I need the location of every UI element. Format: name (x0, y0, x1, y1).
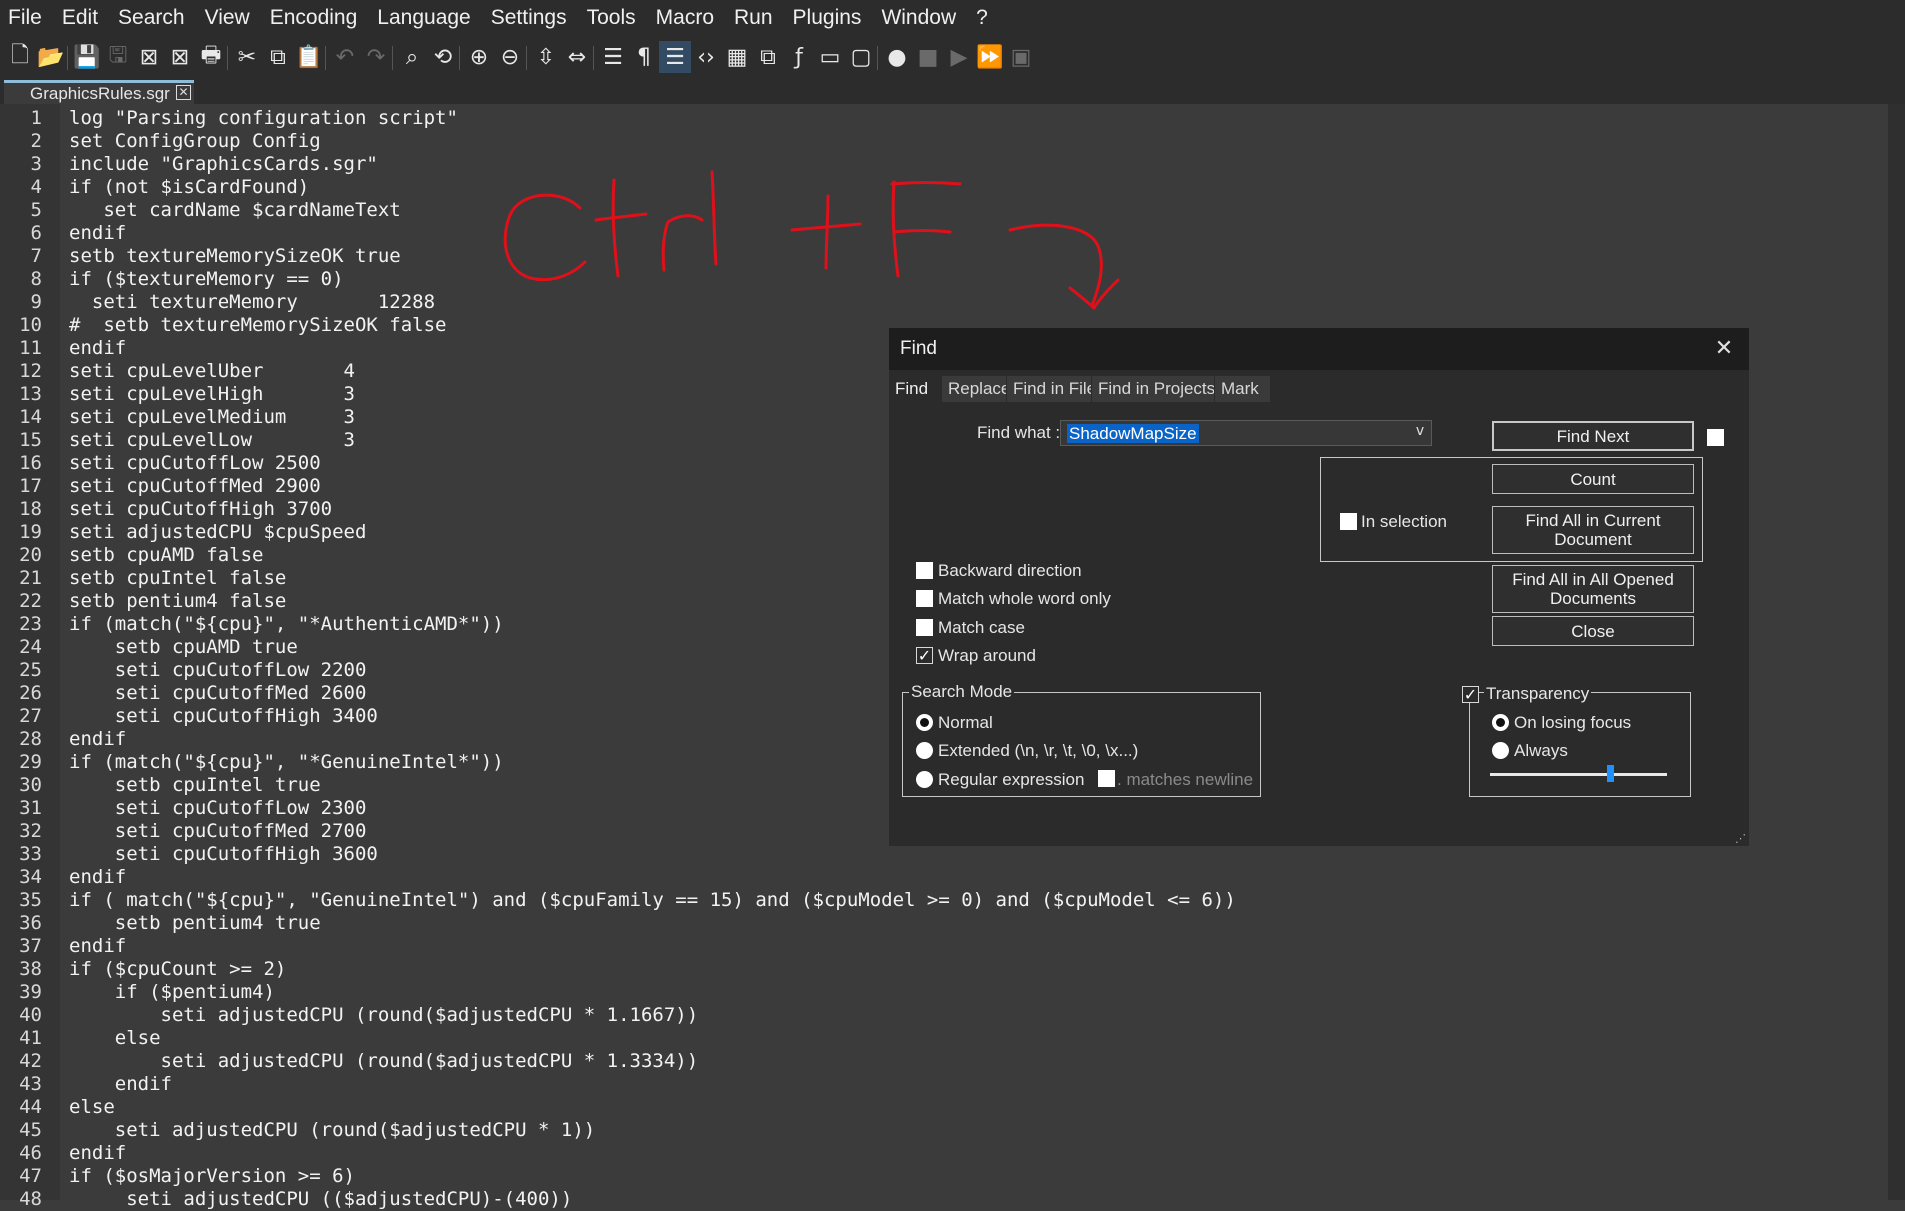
backward-direction-label: Backward direction (938, 561, 1082, 580)
dialog-title-bar: Find ✕ (889, 328, 1749, 370)
in-selection-label: In selection (1361, 512, 1447, 531)
extended-radio[interactable] (916, 742, 933, 759)
search-mode-title: Search Mode (909, 682, 1015, 702)
find-all-current-button[interactable]: Find All in Current Document (1492, 506, 1694, 554)
find-what-input[interactable]: ShadowMapSize v (1060, 420, 1432, 446)
annotation-letter-t2 (594, 212, 648, 222)
tab-find-in-projects[interactable]: Find in Projects (1092, 376, 1214, 402)
wrap-around-checkbox[interactable]: ✓ (916, 647, 933, 664)
regex-label: Regular expression (938, 770, 1085, 789)
find-next-extra-checkbox[interactable] (1707, 429, 1724, 446)
normal-label: Normal (938, 713, 993, 732)
tab-replace[interactable]: Replace (942, 376, 1006, 402)
chevron-down-icon[interactable]: v (1410, 423, 1430, 439)
in-selection-checkbox[interactable] (1340, 513, 1357, 530)
annotation-letter-l (710, 170, 718, 266)
close-button[interactable]: Close (1492, 616, 1694, 646)
on-losing-focus-radio[interactable] (1492, 714, 1509, 731)
wrap-around-label: Wrap around (938, 646, 1036, 665)
annotation-letter-f3 (892, 229, 952, 234)
on-losing-focus-label: On losing focus (1514, 713, 1632, 732)
find-next-button[interactable]: Find Next (1492, 421, 1694, 451)
annotation-letter-f1 (891, 180, 900, 278)
transparency-label: Transparency (1484, 684, 1592, 704)
annotation-letter-c (503, 193, 587, 281)
match-case-label: Match case (938, 618, 1025, 637)
find-what-label: Find what : (977, 423, 1061, 442)
annotation-letter-f2 (890, 181, 962, 186)
regex-radio[interactable] (916, 771, 933, 788)
match-whole-word-checkbox[interactable] (916, 590, 933, 607)
annotation-letter-r (661, 214, 704, 272)
annotation-plus-v (824, 194, 830, 270)
matches-newline-label: . matches newline (1117, 770, 1254, 789)
annotation-arrow (1008, 223, 1103, 308)
always-label: Always (1514, 741, 1568, 760)
match-whole-word-label: Match whole word only (938, 589, 1111, 608)
transparency-checkbox[interactable]: ✓ (1462, 686, 1479, 703)
transparency-slider-thumb[interactable] (1607, 765, 1614, 782)
dialog-title: Find (900, 338, 937, 359)
resize-grip-icon[interactable]: ⋰ (1735, 832, 1746, 845)
normal-radio[interactable] (916, 714, 933, 731)
always-radio[interactable] (1492, 742, 1509, 759)
tab-find-in-files[interactable]: Find in Files (1007, 376, 1091, 402)
dialog-close-icon[interactable]: ✕ (1709, 334, 1739, 364)
find-dialog: Find ✕ Find Replace Find in Files Find i… (889, 328, 1749, 846)
matches-newline-checkbox[interactable] (1098, 770, 1115, 787)
find-what-value: ShadowMapSize (1067, 424, 1199, 443)
transparency-slider-track[interactable] (1490, 773, 1667, 776)
find-all-opened-button[interactable]: Find All in All Opened Documents (1492, 565, 1694, 613)
tab-mark[interactable]: Mark (1215, 376, 1270, 402)
annotation-letter-t1 (611, 178, 620, 278)
match-case-checkbox[interactable] (916, 619, 933, 636)
tab-find[interactable]: Find (889, 376, 942, 402)
backward-direction-checkbox[interactable] (916, 562, 933, 579)
count-button[interactable]: Count (1492, 464, 1694, 494)
extended-label: Extended (\n, \r, \t, \0, \x...) (938, 741, 1139, 760)
